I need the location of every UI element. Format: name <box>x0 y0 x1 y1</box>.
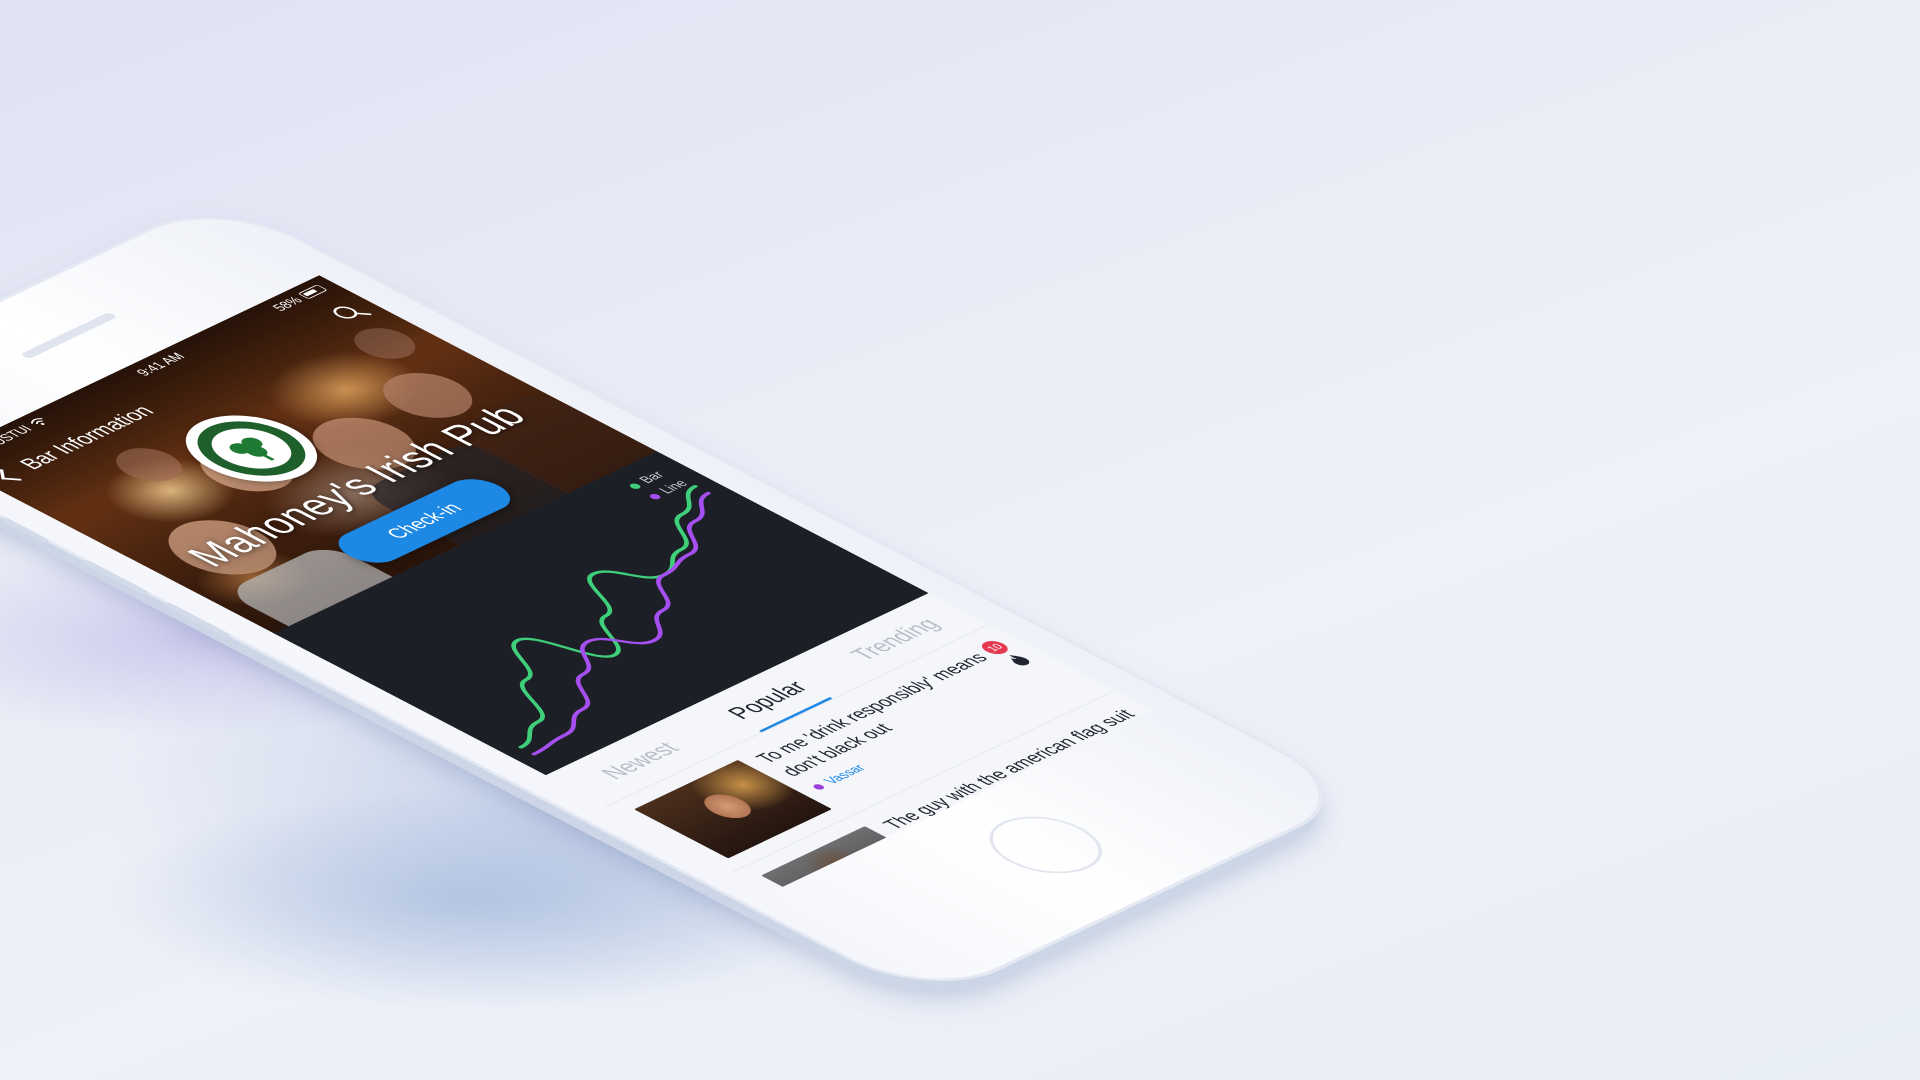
mute-switch <box>0 516 51 544</box>
wifi-icon <box>30 418 45 426</box>
tag-dot <box>811 783 827 791</box>
battery-percent: 58% <box>268 294 307 314</box>
home-button[interactable] <box>966 805 1125 885</box>
search-icon[interactable] <box>326 300 375 325</box>
chevron-left-icon[interactable] <box>0 469 21 481</box>
volume-up-button <box>80 559 151 596</box>
volume-down-button <box>162 602 232 638</box>
earpiece-speaker <box>19 311 118 360</box>
battery-icon <box>297 284 328 300</box>
